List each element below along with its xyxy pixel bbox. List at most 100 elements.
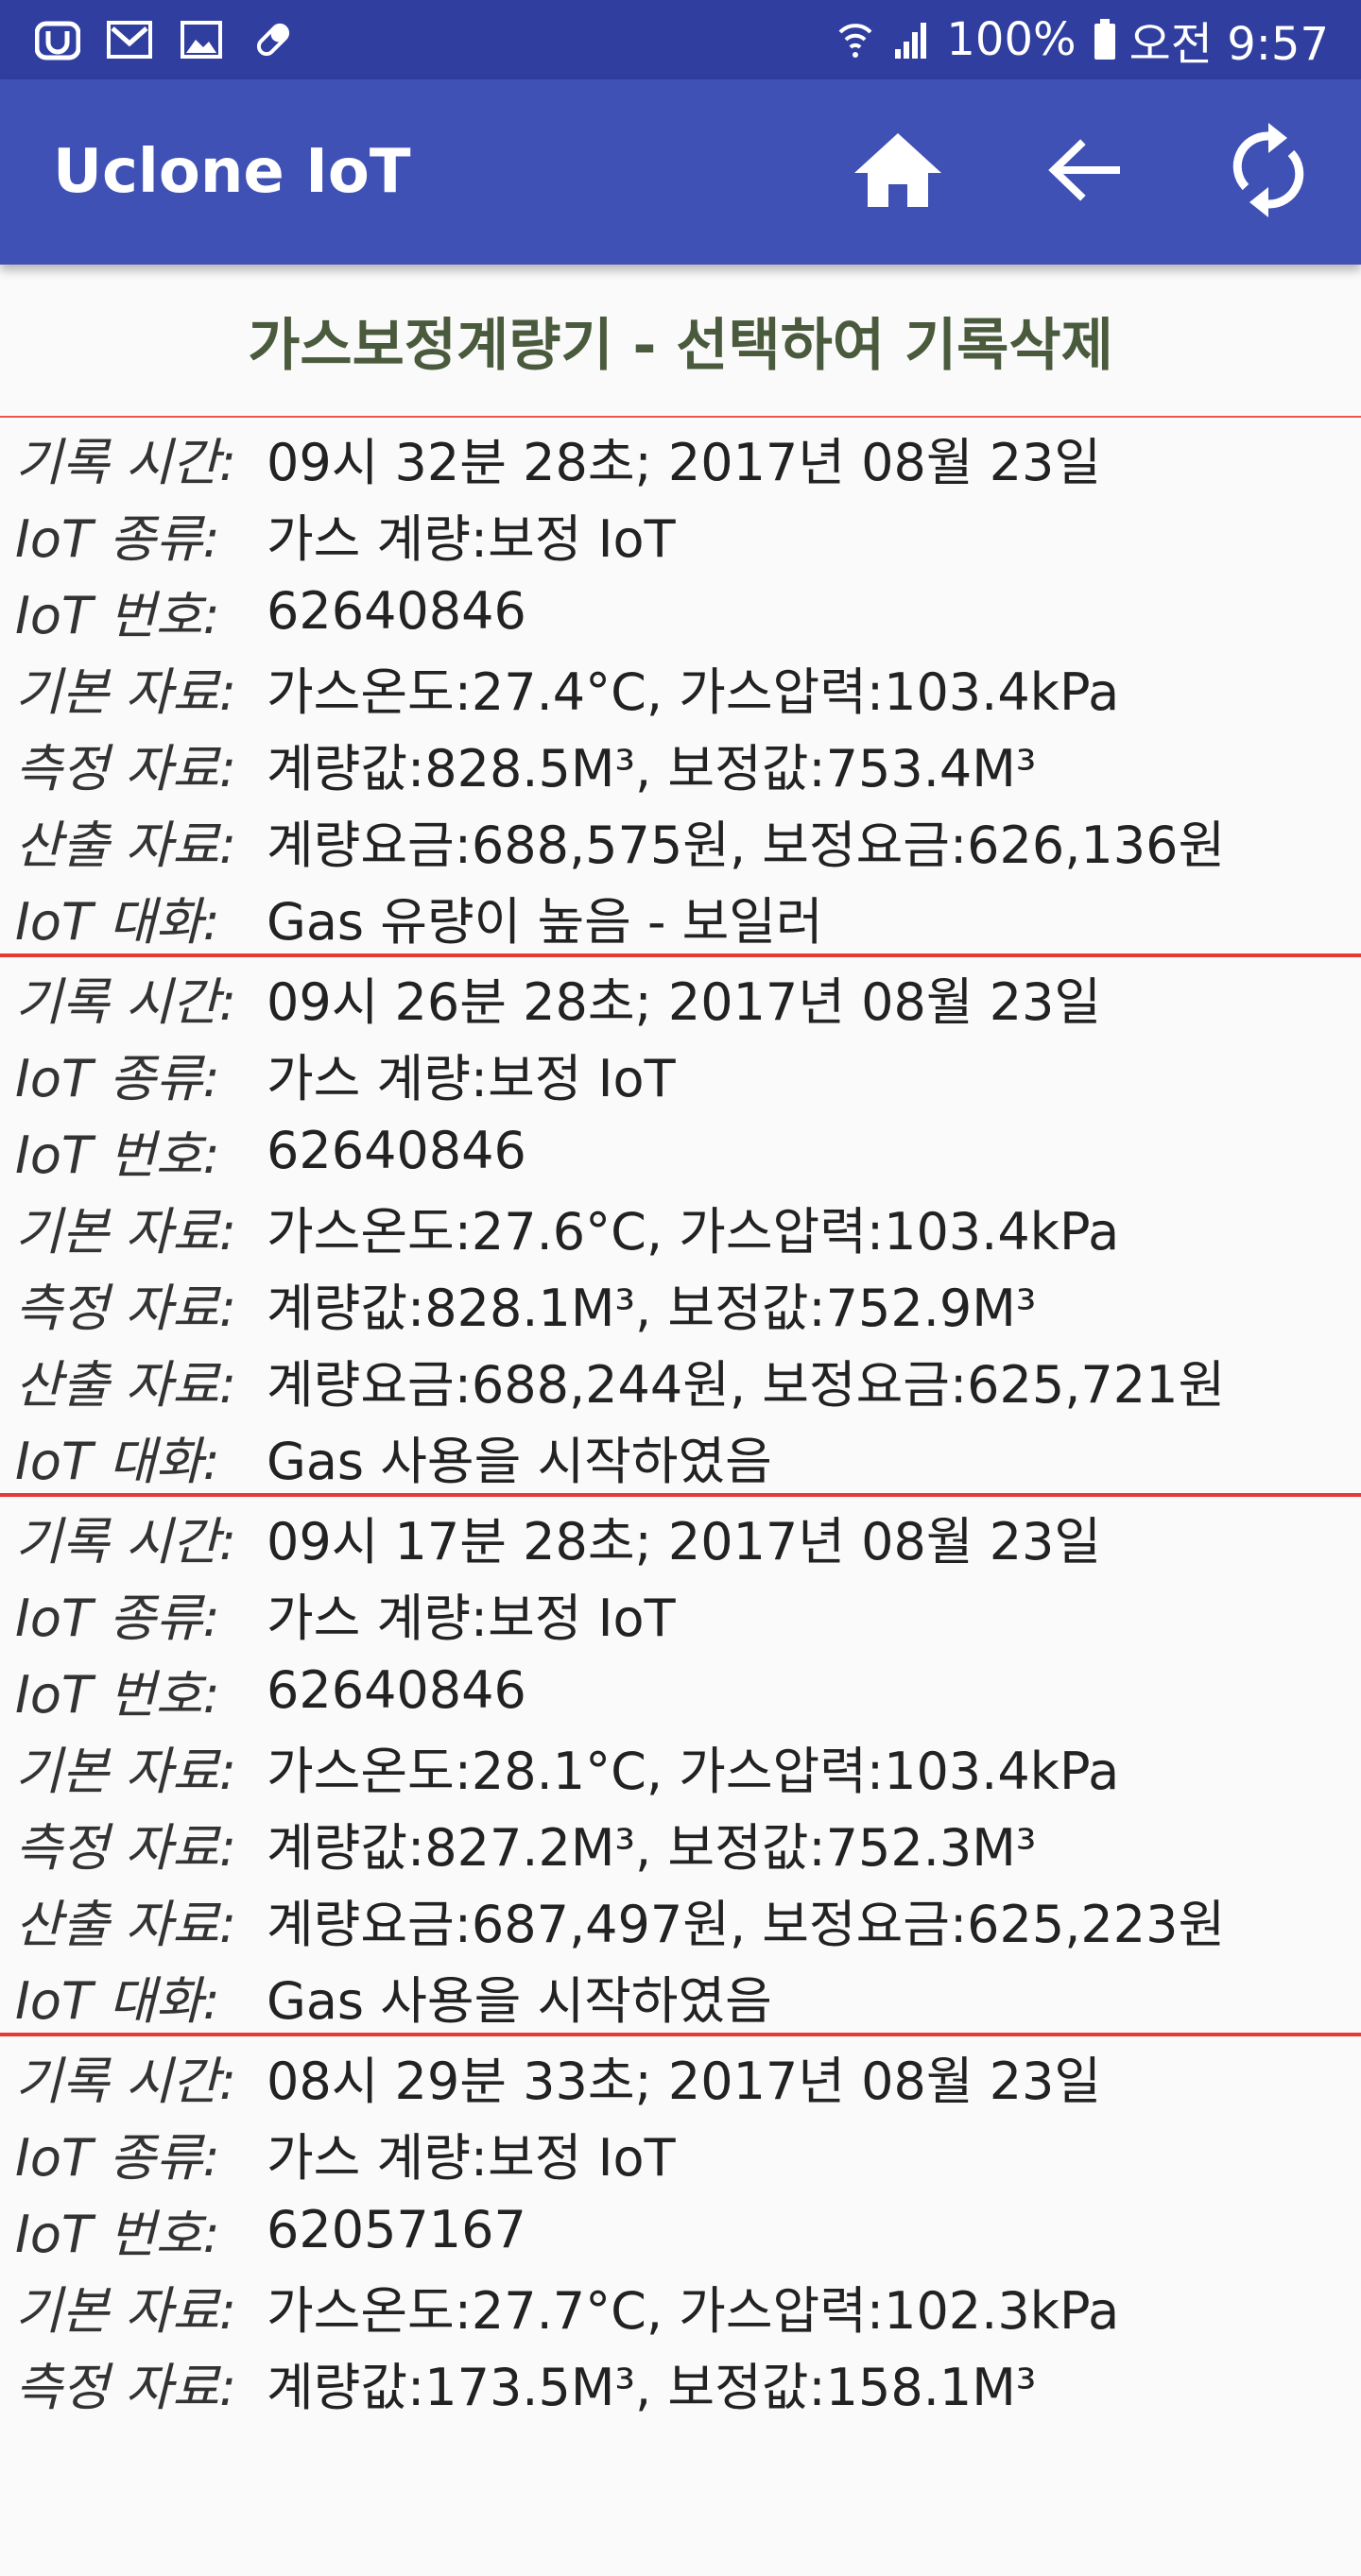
label-time: 기록 시간: bbox=[15, 1512, 237, 1571]
value-calc: 계량요금:688,244원, 보정요금:625,721원 bbox=[267, 1355, 1226, 1415]
record-row-type: IoT 종류: 가스 계량:보정 IoT bbox=[0, 496, 1361, 573]
value-type: 가스 계량:보정 IoT bbox=[267, 2128, 676, 2188]
record-item[interactable]: 기록 시간: 09시 17분 28초; 2017년 08월 23일 IoT 종류… bbox=[0, 1497, 1361, 2036]
value-type: 가스 계량:보정 IoT bbox=[267, 1589, 676, 1648]
label-id: IoT 번호: bbox=[15, 586, 220, 645]
home-icon bbox=[853, 131, 943, 213]
record-row-basic: 기본 자료: 가스온도:28.1°C, 가스압력:103.4kPa bbox=[0, 1728, 1361, 1805]
label-measure: 측정 자료: bbox=[15, 2358, 237, 2417]
value-measure: 계량값:173.5M³, 보정값:158.1M³ bbox=[267, 2358, 1037, 2417]
label-measure: 측정 자료: bbox=[15, 1279, 237, 1338]
label-id: IoT 번호: bbox=[15, 1125, 220, 1185]
record-row-measure: 측정 자료: 계량값:173.5M³, 보정값:158.1M³ bbox=[0, 2344, 1361, 2421]
status-right: 100% 오전 9:57 bbox=[819, 7, 1329, 73]
record-row-id: IoT 번호: 62640846 bbox=[0, 1652, 1361, 1728]
value-talk: Gas 사용을 시작하였음 bbox=[267, 1971, 772, 2031]
value-calc: 계량요금:688,575원, 보정요금:626,136원 bbox=[267, 816, 1226, 875]
record-row-basic: 기본 자료: 가스온도:27.4°C, 가스압력:103.4kPa bbox=[0, 649, 1361, 726]
back-arrow-icon bbox=[1046, 137, 1122, 207]
label-time: 기록 시간: bbox=[15, 433, 237, 492]
label-type: IoT 종류: bbox=[15, 509, 220, 569]
battery-percent: 100% bbox=[946, 13, 1077, 66]
battery-icon bbox=[1094, 16, 1116, 63]
label-basic: 기본 자료: bbox=[15, 2281, 237, 2341]
value-id: 62640846 bbox=[267, 1660, 526, 1720]
value-id: 62057167 bbox=[267, 2200, 526, 2259]
label-talk: IoT 대화: bbox=[15, 892, 220, 952]
clock: 오전 9:57 bbox=[1128, 18, 1329, 71]
record-row-id: IoT 번호: 62640846 bbox=[0, 573, 1361, 649]
status-bar: 100% 오전 9:57 bbox=[0, 0, 1361, 79]
status-left bbox=[34, 16, 321, 63]
wifi-icon bbox=[836, 16, 874, 63]
record-row-type: IoT 종류: 가스 계량:보정 IoT bbox=[0, 1575, 1361, 1652]
value-measure: 계량값:828.5M³, 보정값:753.4M³ bbox=[267, 739, 1037, 799]
record-item[interactable]: 기록 시간: 08시 29분 33초; 2017년 08월 23일 IoT 종류… bbox=[0, 2036, 1361, 2576]
value-type: 가스 계량:보정 IoT bbox=[267, 1049, 676, 1108]
record-row-id: IoT 번호: 62640846 bbox=[0, 1112, 1361, 1189]
record-row-measure: 측정 자료: 계량값:828.1M³, 보정값:752.9M³ bbox=[0, 1265, 1361, 1342]
value-time: 09시 26분 28초; 2017년 08월 23일 bbox=[267, 972, 1102, 1032]
value-measure: 계량값:827.2M³, 보정값:752.3M³ bbox=[267, 1818, 1037, 1878]
refresh-button[interactable] bbox=[1221, 123, 1316, 219]
label-type: IoT 종류: bbox=[15, 2128, 220, 2188]
label-calc: 산출 자료: bbox=[15, 816, 237, 875]
record-row-calc: 산출 자료: 계량요금:688,575원, 보정요금:626,136원 bbox=[0, 802, 1361, 879]
value-basic: 가스온도:27.6°C, 가스압력:103.4kPa bbox=[267, 1202, 1120, 1262]
label-measure: 측정 자료: bbox=[15, 739, 237, 799]
record-row-talk: IoT 대화: Gas 유량이 높음 - 보일러 bbox=[0, 879, 1361, 955]
label-measure: 측정 자료: bbox=[15, 1818, 237, 1878]
record-row-time: 기록 시간: 08시 29분 33초; 2017년 08월 23일 bbox=[0, 2038, 1361, 2115]
record-row-basic: 기본 자료: 가스온도:27.6°C, 가스압력:103.4kPa bbox=[0, 1189, 1361, 1265]
label-talk: IoT 대화: bbox=[15, 1432, 220, 1491]
value-id: 62640846 bbox=[267, 1121, 526, 1180]
value-talk: Gas 사용을 시작하였음 bbox=[267, 1432, 772, 1491]
label-basic: 기본 자료: bbox=[15, 662, 237, 722]
gmail-icon bbox=[106, 16, 153, 63]
label-talk: IoT 대화: bbox=[15, 1971, 220, 2031]
signal-icon bbox=[891, 16, 933, 63]
record-list: 기록 시간: 09시 32분 28초; 2017년 08월 23일 IoT 종류… bbox=[0, 418, 1361, 2576]
record-row-time: 기록 시간: 09시 17분 28초; 2017년 08월 23일 bbox=[0, 1499, 1361, 1575]
label-type: IoT 종류: bbox=[15, 1589, 220, 1648]
label-id: IoT 번호: bbox=[15, 2205, 220, 2264]
record-row-measure: 측정 자료: 계량값:828.5M³, 보정값:753.4M³ bbox=[0, 726, 1361, 802]
back-button[interactable] bbox=[1036, 125, 1130, 219]
value-time: 08시 29분 33초; 2017년 08월 23일 bbox=[267, 2052, 1102, 2111]
value-talk: Gas 유량이 높음 - 보일러 bbox=[267, 892, 823, 952]
record-item[interactable]: 기록 시간: 09시 26분 28초; 2017년 08월 23일 IoT 종류… bbox=[0, 957, 1361, 1497]
value-basic: 가스온도:28.1°C, 가스압력:103.4kPa bbox=[267, 1742, 1120, 1801]
value-basic: 가스온도:27.4°C, 가스압력:103.4kPa bbox=[267, 662, 1120, 722]
record-row-basic: 기본 자료: 가스온도:27.7°C, 가스압력:102.3kPa bbox=[0, 2268, 1361, 2344]
label-basic: 기본 자료: bbox=[15, 1202, 237, 1262]
record-row-time: 기록 시간: 09시 32분 28초; 2017년 08월 23일 bbox=[0, 420, 1361, 496]
value-type: 가스 계량:보정 IoT bbox=[267, 509, 676, 569]
record-row-talk: IoT 대화: Gas 사용을 시작하였음 bbox=[0, 1418, 1361, 1495]
value-time: 09시 32분 28초; 2017년 08월 23일 bbox=[267, 433, 1102, 492]
record-row-type: IoT 종류: 가스 계량:보정 IoT bbox=[0, 1036, 1361, 1112]
home-button[interactable] bbox=[851, 125, 945, 219]
record-row-measure: 측정 자료: 계량값:827.2M³, 보정값:752.3M³ bbox=[0, 1805, 1361, 1881]
page-header: 가스보정계량기 - 선택하여 기록삭제 bbox=[0, 265, 1361, 418]
record-row-id: IoT 번호: 62057167 bbox=[0, 2191, 1361, 2268]
value-basic: 가스온도:27.7°C, 가스압력:102.3kPa bbox=[267, 2281, 1120, 2341]
label-id: IoT 번호: bbox=[15, 1665, 220, 1725]
u-app-icon bbox=[34, 16, 81, 63]
label-type: IoT 종류: bbox=[15, 1049, 220, 1108]
record-row-time: 기록 시간: 09시 26분 28초; 2017년 08월 23일 bbox=[0, 959, 1361, 1036]
record-row-type: IoT 종류: 가스 계량:보정 IoT bbox=[0, 2115, 1361, 2191]
record-row-calc: 산출 자료: 계량요금:688,244원, 보정요금:625,721원 bbox=[0, 1342, 1361, 1418]
record-row-talk: IoT 대화: Gas 사용을 시작하였음 bbox=[0, 1958, 1361, 2035]
label-calc: 산출 자료: bbox=[15, 1355, 237, 1415]
app-bar: Uclone IoT bbox=[0, 79, 1361, 265]
value-measure: 계량값:828.1M³, 보정값:752.9M³ bbox=[267, 1279, 1037, 1338]
label-calc: 산출 자료: bbox=[15, 1895, 237, 1954]
value-id: 62640846 bbox=[267, 581, 526, 641]
label-basic: 기본 자료: bbox=[15, 1742, 237, 1801]
record-item[interactable]: 기록 시간: 09시 32분 28초; 2017년 08월 23일 IoT 종류… bbox=[0, 418, 1361, 957]
pill-icon bbox=[250, 16, 297, 63]
value-calc: 계량요금:687,497원, 보정요금:625,223원 bbox=[267, 1895, 1226, 1954]
image-icon bbox=[178, 16, 225, 63]
value-time: 09시 17분 28초; 2017년 08월 23일 bbox=[267, 1512, 1102, 1571]
record-row-calc: 산출 자료: 계량요금:687,497원, 보정요금:625,223원 bbox=[0, 1881, 1361, 1958]
